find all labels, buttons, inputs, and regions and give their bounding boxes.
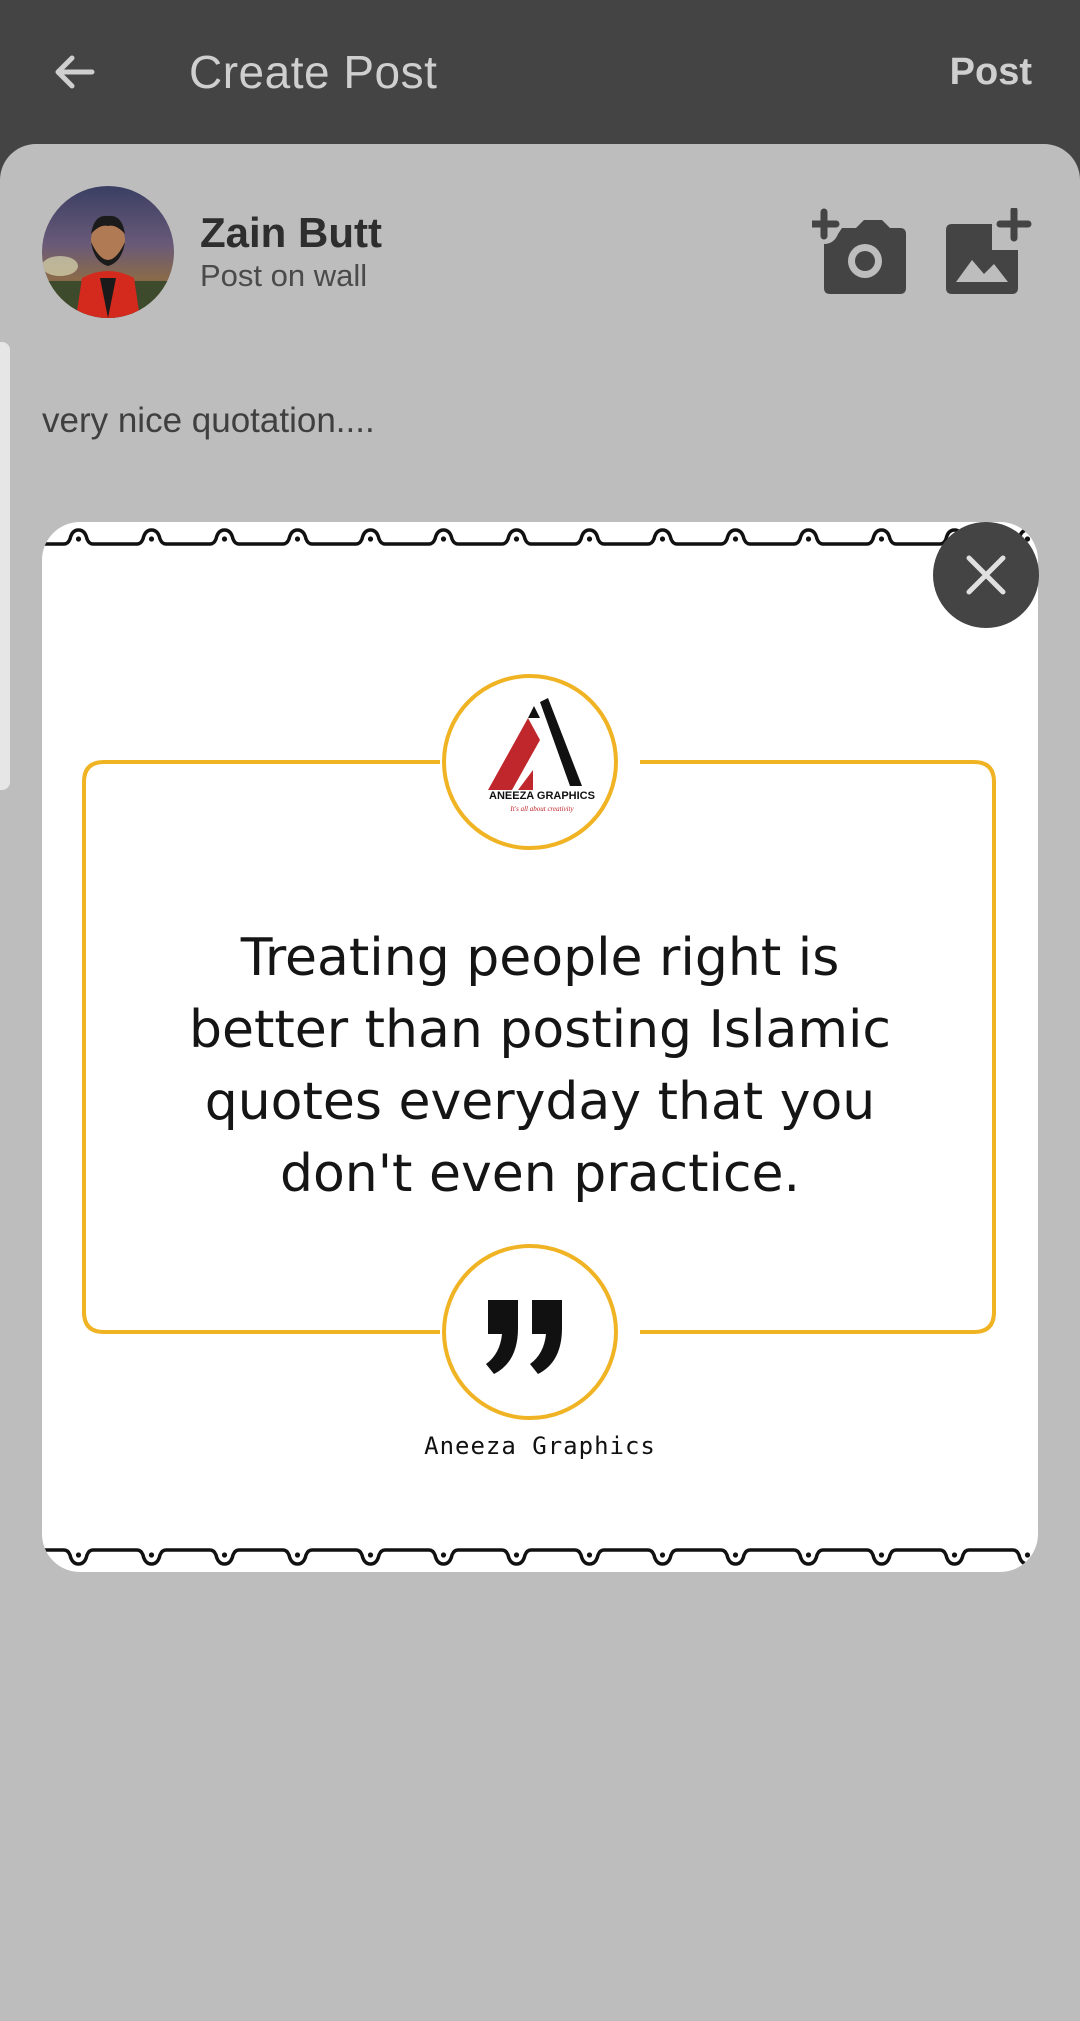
post-button[interactable]: Post	[950, 44, 1032, 100]
drawer-handle[interactable]	[0, 342, 10, 790]
post-text-input[interactable]: very nice quotation....	[42, 398, 375, 444]
logo-text: ANEEZA GRAPHICS	[489, 790, 595, 802]
app-bar: Create Post Post	[0, 0, 1080, 144]
user-name: Zain Butt	[200, 209, 382, 256]
quote-text: Treating people right is better than pos…	[188, 928, 892, 1204]
avatar[interactable]	[42, 186, 174, 318]
remove-image-button[interactable]	[933, 522, 1039, 628]
avatar-image	[42, 186, 174, 318]
post-target-label: Post on wall	[200, 258, 368, 293]
close-icon	[966, 555, 1006, 595]
logo-tagline: It's all about creativity	[510, 805, 574, 813]
add-camera-icon	[808, 208, 906, 294]
attached-image[interactable]: ANEEZA GRAPHICS It's all about creativit…	[42, 522, 1038, 1572]
arrow-back-icon	[55, 55, 95, 89]
brand-caption: Aneeza Graphics	[424, 1432, 656, 1460]
page-title: Create Post	[189, 46, 438, 98]
add-camera-button[interactable]	[808, 208, 906, 294]
back-button[interactable]	[42, 40, 106, 104]
add-photo-button[interactable]	[942, 206, 1034, 294]
add-photo-icon	[946, 206, 1032, 294]
